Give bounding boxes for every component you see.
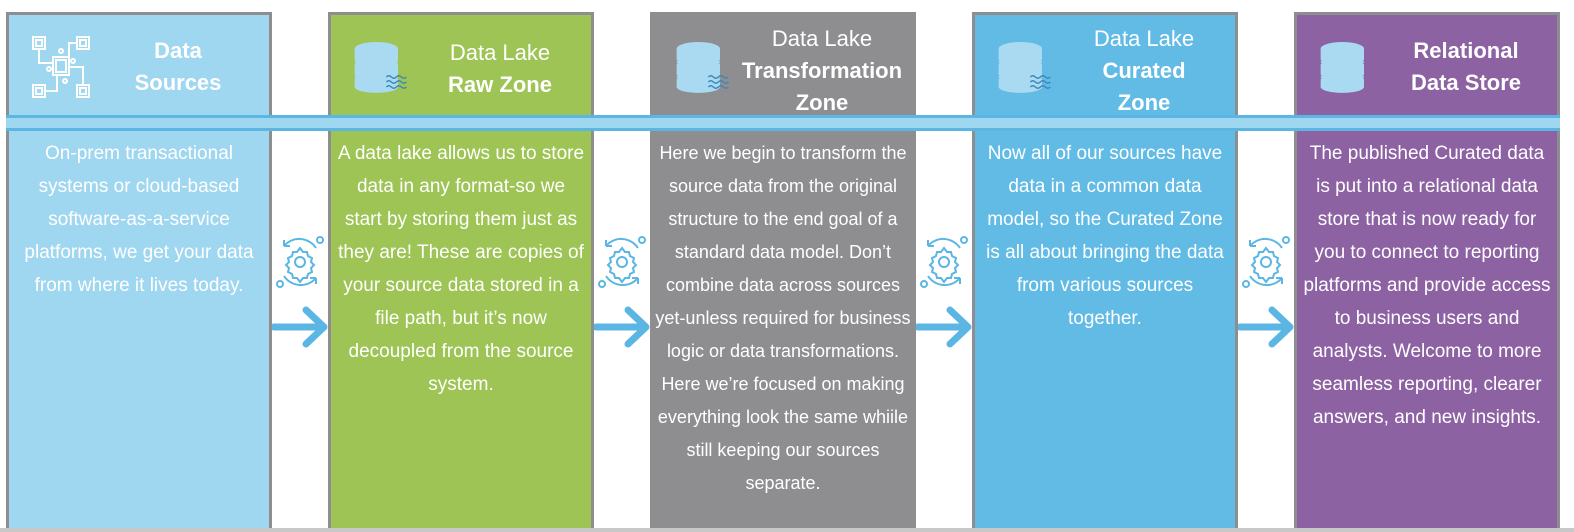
arrow-right-icon [916,306,972,348]
stage-title-line: Raw Zone [448,72,552,97]
stage-relational-data-store: Relational Data Store The published Cura… [1294,12,1560,532]
database-lake-icon [354,42,407,93]
database-lake-icon [676,42,729,93]
gear-cycle-icon [598,236,646,288]
stage-title-prefix: Data Lake [1093,26,1195,51]
stage-transformation-zone: Data Lake Transformation Zone Here we be… [650,12,916,532]
arrow-right-icon [1238,306,1294,348]
gear-cycle-icon [1242,236,1290,288]
stage-header: Data Lake Transformation Zone [653,15,913,119]
stage-title-prefix: Data Lake [449,40,551,65]
gear-cycle-icon [276,236,324,288]
stage-title: Data Lake Transformation Zone [733,15,911,119]
database-icon [1320,42,1364,93]
arrow-right-icon [272,306,328,348]
stage-header: Relational Data Store [1297,15,1557,119]
stage-data-sources: Data Sources On-prem transactional syste… [6,12,272,532]
stage-title: Relational Data Store [1377,15,1555,119]
connector [272,232,328,352]
timeline-band [6,115,1560,131]
stage-title-line: Sources [134,70,222,95]
stage-description: Here we begin to transform the source da… [655,143,911,493]
stage-title-prefix: Data Lake [771,26,873,51]
connector [916,232,972,352]
stage-description: Now all of our sources have data in a co… [986,143,1224,329]
stage-raw-zone: Data Lake Raw Zone A data lake allows us… [328,12,594,532]
stage-title-line: Curated [1102,58,1186,83]
stage-title-line: Data [154,38,202,63]
connector [1238,232,1294,352]
baseline-divider [0,528,1574,532]
stage-title-line: Relational [1413,38,1519,63]
stage-title-line: Data Store [1410,70,1522,95]
gear-cycle-icon [920,236,968,288]
stage-title: Data Sources [89,15,267,119]
stage-title: Data Lake Raw Zone [411,15,589,119]
stage-title: Data Lake Curated Zone [1055,15,1233,119]
arrow-right-icon [594,306,650,348]
stage-title-line: Transformation [741,58,903,83]
stage-description: The published Curated data is put into a… [1303,143,1551,428]
stage-curated-zone: Data Lake Curated Zone Now all of our so… [972,12,1238,532]
database-lake-icon [998,42,1051,93]
stage-header: Data Lake Curated Zone [975,15,1235,119]
connector [594,232,650,352]
circuit-network-icon [32,36,90,98]
stage-description: A data lake allows us to store data in a… [337,143,585,395]
stage-description: On-prem transactional systems or cloud-b… [24,143,254,296]
stage-header: Data Sources [9,15,269,119]
stage-header: Data Lake Raw Zone [331,15,591,119]
